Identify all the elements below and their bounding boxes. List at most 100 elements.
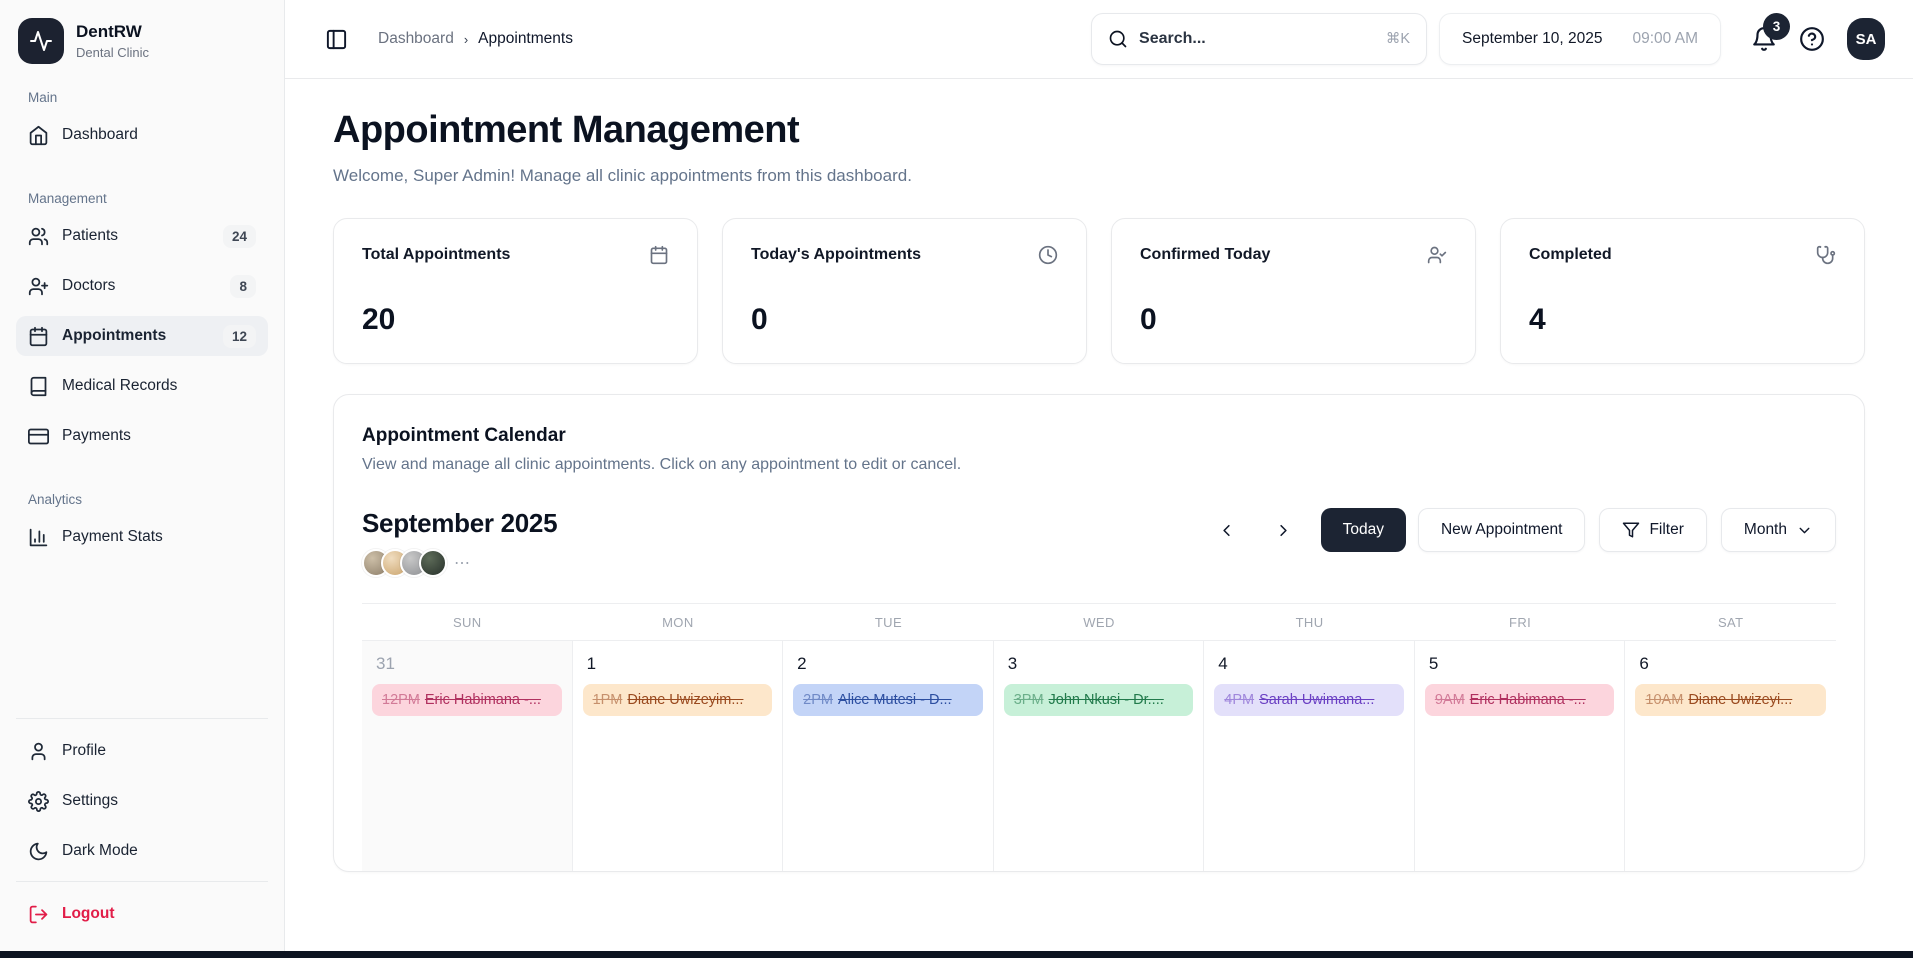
activity-logo-icon: [18, 18, 64, 64]
appointment-chip[interactable]: 12PMEric Habimana -...: [372, 684, 562, 716]
stat-value: 0: [1140, 303, 1447, 337]
new-appointment-button[interactable]: New Appointment: [1418, 508, 1586, 552]
sidebar-item-label: Dashboard: [62, 126, 138, 144]
stat-card-confirmed-today: Confirmed Today 0: [1111, 218, 1476, 364]
appointment-time: 4PM: [1224, 692, 1254, 708]
appointment-chip[interactable]: 4PMSarah Uwimana...: [1214, 684, 1404, 716]
doctor-avatar-group[interactable]: ⋯: [362, 549, 557, 577]
day-cell-aug-31[interactable]: 31 12PMEric Habimana -...: [362, 641, 573, 871]
sidebar-toggle-button[interactable]: [321, 24, 352, 55]
dow-label: MON: [573, 604, 784, 640]
sidebar-item-payments[interactable]: Payments: [16, 416, 268, 456]
chevron-right-icon: ›: [464, 32, 468, 47]
calendar-toolbar: September 2025 ⋯: [362, 508, 1836, 577]
sidebar-item-settings[interactable]: Settings: [16, 781, 268, 821]
appointment-chip[interactable]: 3PMJohn Nkusi - Dr....: [1004, 684, 1194, 716]
dow-label: TUE: [783, 604, 994, 640]
sidebar-item-payment-stats[interactable]: Payment Stats: [16, 517, 268, 557]
sidebar-item-doctors[interactable]: Doctors 8: [16, 266, 268, 306]
appointment-chip[interactable]: 9AM Eric Habimana -...: [1425, 684, 1615, 716]
appointment-text: Eric Habimana -...: [1470, 692, 1586, 708]
sidebar-footer: Profile Settings Dark Mode Logout: [16, 718, 268, 944]
section-label: Main: [16, 90, 268, 105]
stat-value: 0: [751, 303, 1058, 337]
appointment-text: Alice Mutesi - D...: [838, 692, 952, 708]
day-number: 4: [1204, 641, 1414, 684]
dow-label: WED: [994, 604, 1205, 640]
view-mode-select[interactable]: Month: [1721, 508, 1836, 552]
appointment-text: Eric Habimana -...: [425, 692, 541, 708]
logout-label: Logout: [62, 905, 115, 923]
sidebar-item-label: Profile: [62, 742, 106, 760]
user-avatar[interactable]: SA: [1847, 18, 1885, 60]
appointment-time: 9AM: [1435, 692, 1465, 708]
page-title: Appointment Management: [333, 109, 1865, 152]
calendar-title: Appointment Calendar: [362, 425, 1836, 447]
sidebar-item-dashboard[interactable]: Dashboard: [16, 115, 268, 155]
sidebar-item-patients[interactable]: Patients 24: [16, 216, 268, 256]
search-shortcut: ⌘K: [1386, 31, 1410, 47]
breadcrumb-dashboard[interactable]: Dashboard: [378, 30, 454, 48]
date-time-display: September 10, 2025 09:00 AM: [1439, 13, 1721, 65]
users-icon: [28, 226, 49, 247]
page-content: Appointment Management Welcome, Super Ad…: [285, 79, 1913, 958]
calendar-icon: [649, 245, 669, 265]
day-number: 3: [994, 641, 1204, 684]
bottom-edge-bar: [0, 951, 1913, 958]
day-cell-sep-2[interactable]: 2 2PMAlice Mutesi - D...: [783, 641, 994, 871]
day-of-week-header-row: SUN MON TUE WED THU FRI SAT: [362, 604, 1836, 640]
appointment-chip[interactable]: 2PMAlice Mutesi - D...: [793, 684, 983, 716]
brand: DentRW Dental Clinic: [16, 18, 268, 64]
sidebar-item-profile[interactable]: Profile: [16, 731, 268, 771]
notifications-button[interactable]: 3: [1751, 26, 1777, 52]
sidebar-item-label: Dark Mode: [62, 842, 138, 860]
sidebar-item-label: Appointments: [62, 327, 166, 345]
stat-label: Today's Appointments: [751, 246, 921, 264]
day-cell-sep-3[interactable]: 3 3PMJohn Nkusi - Dr....: [994, 641, 1205, 871]
home-icon: [28, 125, 49, 146]
day-cell-sep-4[interactable]: 4 4PMSarah Uwimana...: [1204, 641, 1415, 871]
appointment-time: 1PM: [593, 692, 623, 708]
current-date: September 10, 2025: [1462, 30, 1602, 48]
section-label: Management: [16, 191, 268, 206]
dow-label: FRI: [1415, 604, 1626, 640]
appointment-chip[interactable]: 10AMDiane Uwizeyi...: [1635, 684, 1826, 716]
search-box[interactable]: ⌘K: [1091, 13, 1427, 65]
dow-label: SUN: [362, 604, 573, 640]
app-root: DentRW Dental Clinic Main Dashboard Mana…: [0, 0, 1913, 958]
sidebar-item-label: Doctors: [62, 277, 115, 295]
sidebar-item-appointments[interactable]: Appointments 12: [16, 316, 268, 356]
filter-button[interactable]: Filter: [1599, 508, 1706, 552]
appointments-count-badge: 12: [223, 325, 256, 348]
sidebar-item-dark-mode[interactable]: Dark Mode: [16, 831, 268, 871]
help-button[interactable]: [1799, 26, 1825, 52]
prev-month-button[interactable]: [1211, 515, 1242, 546]
calendar-week-row: 31 12PMEric Habimana -... 1 1PMDiane Uwi…: [362, 640, 1836, 871]
view-mode-label: Month: [1744, 521, 1787, 539]
stat-card-completed: Completed 4: [1500, 218, 1865, 364]
user-plus-icon: [28, 276, 49, 297]
day-cell-sep-1[interactable]: 1 1PMDiane Uwizeyim...: [573, 641, 784, 871]
day-cell-sep-5[interactable]: 5 9AMEric Habimana -...: [1415, 641, 1626, 871]
appointment-time: 10AM: [1645, 692, 1683, 708]
notification-count-badge: 3: [1763, 13, 1790, 40]
doctor-avatar: [419, 549, 447, 577]
search-input[interactable]: [1139, 30, 1375, 48]
stethoscope-icon: [1816, 245, 1836, 265]
sidebar-item-medical-records[interactable]: Medical Records: [16, 366, 268, 406]
patients-count-badge: 24: [223, 225, 256, 248]
appointment-text: Diane Uwizeyim...: [627, 692, 743, 708]
appointment-time: 3PM: [1014, 692, 1044, 708]
moon-icon: [28, 841, 49, 862]
stat-card-total-appointments: Total Appointments 20: [333, 218, 698, 364]
nav-section-analytics: Analytics Payment Stats: [16, 492, 268, 567]
appointment-chip[interactable]: 1PMDiane Uwizeyim...: [583, 684, 773, 716]
chevron-left-icon: [1217, 521, 1236, 540]
logout-button[interactable]: Logout: [16, 894, 268, 934]
sidebar-item-label: Medical Records: [62, 377, 177, 395]
calendar-grid: SUN MON TUE WED THU FRI SAT 31 12PMEric …: [362, 603, 1836, 871]
top-header: Dashboard › Appointments ⌘K September 10…: [285, 0, 1913, 79]
next-month-button[interactable]: [1268, 515, 1299, 546]
day-cell-sep-6[interactable]: 6 10AMDiane Uwizeyi...: [1625, 641, 1836, 871]
today-button[interactable]: Today: [1321, 508, 1406, 552]
